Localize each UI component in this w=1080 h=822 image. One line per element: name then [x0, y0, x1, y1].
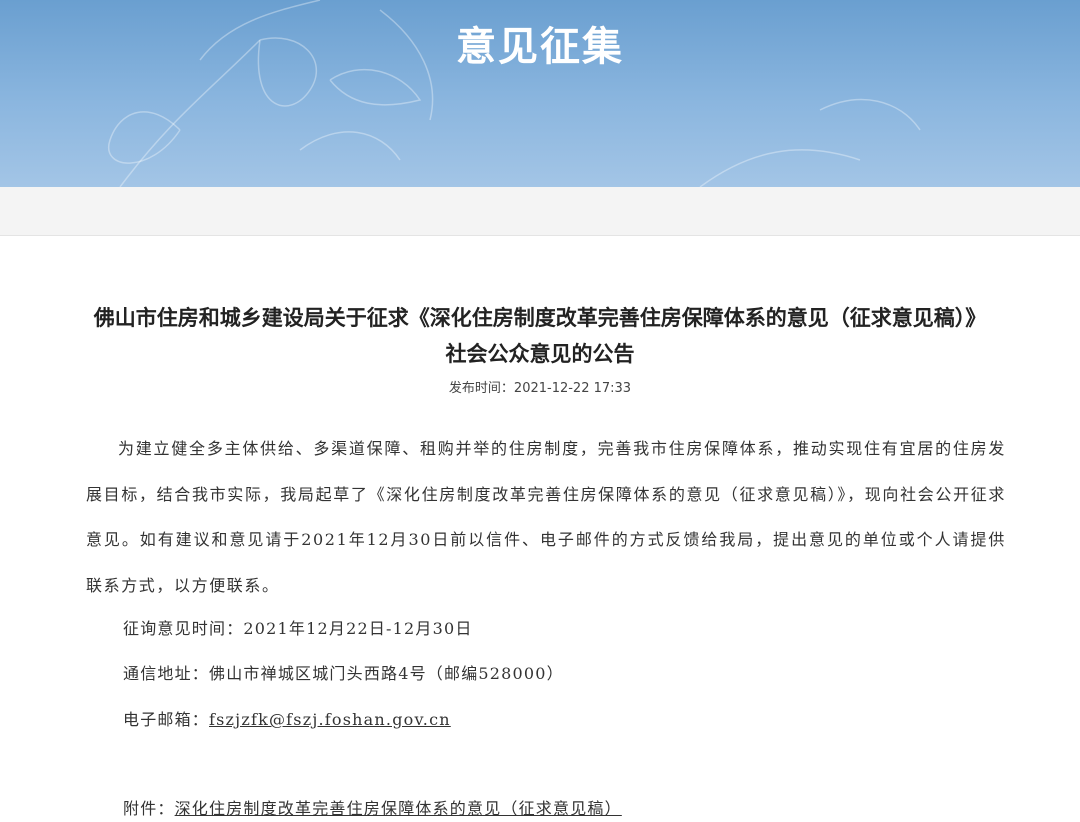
- address-label: 通信地址：: [123, 664, 210, 683]
- email-line: 电子邮箱：fszjzfk@fszj.foshan.gov.cn: [123, 706, 451, 730]
- mailing-address: 通信地址：佛山市禅城区城门头西路4号（邮编528000）: [123, 660, 564, 684]
- email-label: 电子邮箱：: [123, 710, 210, 729]
- article-body: 为建立健全多主体供给、多渠道保障、租购并举的住房制度，完善我市住房保障体系，推动…: [86, 426, 1006, 609]
- period-value: 2021年12月22日-12月30日: [243, 619, 473, 638]
- period-label: 征询意见时间：: [123, 619, 244, 638]
- page-banner: 意见征集: [0, 0, 1080, 187]
- breadcrumb-bar: [0, 187, 1080, 236]
- body-paragraph: 为建立健全多主体供给、多渠道保障、租购并举的住房制度，完善我市住房保障体系，推动…: [86, 439, 1006, 596]
- attachment-label: 附件：: [123, 799, 175, 818]
- address-value: 佛山市禅城区城门头西路4号（邮编528000）: [209, 664, 564, 683]
- attachment-link[interactable]: 深化住房制度改革完善住房保障体系的意见（征求意见稿）: [175, 799, 622, 818]
- attachment-line: 附件：深化住房制度改革完善住房保障体系的意见（征求意见稿）: [123, 795, 622, 819]
- email-link[interactable]: fszjzfk@fszj.foshan.gov.cn: [209, 710, 451, 729]
- consultation-period: 征询意见时间：2021年12月22日-12月30日: [123, 615, 473, 639]
- publish-time: 发布时间：2021-12-22 17:33: [448, 381, 632, 396]
- banner-title: 意见征集: [456, 24, 624, 70]
- page-title: 佛山市住房和城乡建设局关于征求《深化住房制度改革完善住房保障体系的意见（征求意见…: [93, 306, 987, 366]
